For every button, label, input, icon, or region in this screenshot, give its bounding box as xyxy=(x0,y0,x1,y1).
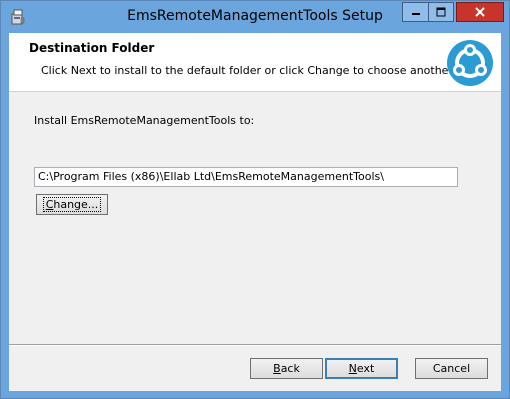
change-button[interactable]: Change... xyxy=(36,194,108,215)
install-path-field[interactable]: C:\Program Files (x86)\Ellab Ltd\EmsRemo… xyxy=(34,167,458,187)
banner-description: Click Next to install to the default fol… xyxy=(41,64,456,77)
next-button[interactable]: Next xyxy=(325,358,398,379)
back-button-label: Back xyxy=(273,362,300,375)
cancel-button[interactable]: Cancel xyxy=(415,358,488,379)
close-icon xyxy=(475,7,485,17)
close-button[interactable] xyxy=(456,2,504,22)
maximize-icon xyxy=(436,7,446,17)
cancel-button-label: Cancel xyxy=(432,362,471,375)
setup-window: EmsRemoteManagementTools Setup Destinati… xyxy=(0,0,510,399)
maximize-button[interactable] xyxy=(428,2,454,22)
install-location-label: Install EmsRemoteManagementTools to: xyxy=(34,114,255,127)
footer-separator xyxy=(9,344,501,346)
installer-logo-icon xyxy=(447,40,493,86)
change-button-label: Change... xyxy=(42,197,102,212)
title-bar[interactable]: EmsRemoteManagementTools Setup xyxy=(1,1,509,33)
next-button-label: Next xyxy=(348,362,375,375)
minimize-icon xyxy=(411,13,420,15)
minimize-button[interactable] xyxy=(402,2,428,22)
dialog-client-area: Destination Folder Click Next to install… xyxy=(9,33,501,391)
header-banner: Destination Folder Click Next to install… xyxy=(9,33,501,92)
banner-title: Destination Folder xyxy=(29,41,155,55)
back-button[interactable]: Back xyxy=(250,358,323,379)
